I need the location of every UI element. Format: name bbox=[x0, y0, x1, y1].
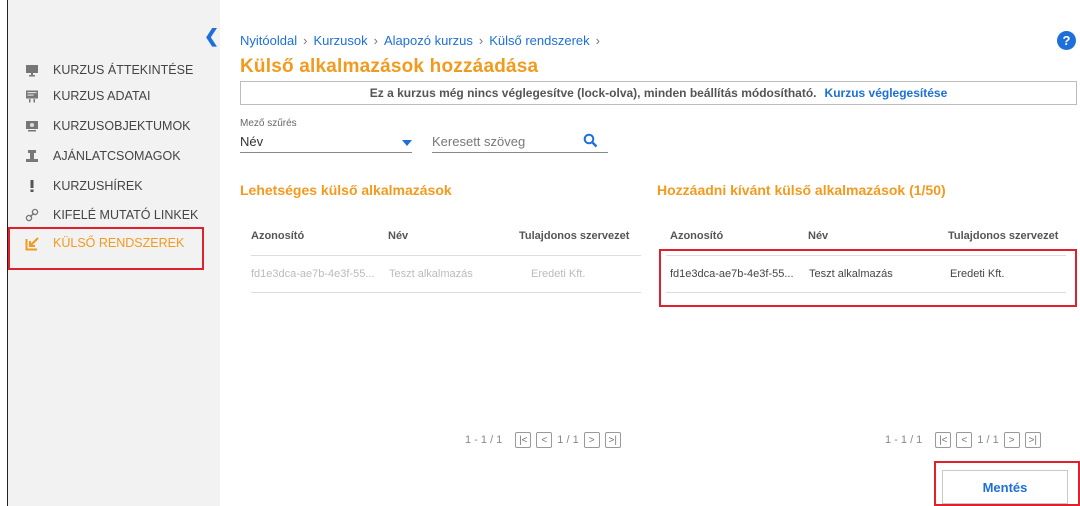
lock-notice-banner: Ez a kurzus még nincs véglegesítve (lock… bbox=[240, 81, 1077, 105]
sidebar-item-label: KURZUSOBJEKTUMOK bbox=[53, 119, 191, 133]
page-title: Külső alkalmazások hozzáadása bbox=[240, 56, 539, 77]
first-page-icon[interactable]: |< bbox=[935, 432, 952, 448]
search-field bbox=[432, 131, 608, 153]
chevron-right-icon: › bbox=[303, 33, 308, 48]
sidebar-item-label: KIFELÉ MUTATÓ LINKEK bbox=[53, 208, 199, 222]
collapse-sidebar-icon[interactable]: ❮ bbox=[204, 26, 219, 47]
sidebar-item-outgoing-links[interactable]: KIFELÉ MUTATÓ LINKEK bbox=[16, 203, 221, 227]
selected-pager: 1 - 1 / 1 |< < 1 / 1 > >| bbox=[885, 432, 1041, 448]
highlight-box-selected bbox=[659, 249, 1077, 307]
breadcrumb-external-systems[interactable]: Külső rendszerek bbox=[489, 33, 589, 48]
next-page-icon[interactable]: > bbox=[1003, 432, 1020, 448]
breadcrumb-courses[interactable]: Kurzusok bbox=[313, 33, 367, 48]
link-icon bbox=[24, 207, 40, 223]
next-page-icon[interactable]: > bbox=[583, 432, 600, 448]
selected-header-id[interactable]: Azonosító bbox=[670, 230, 723, 242]
available-pager: 1 - 1 / 1 |< < 1 / 1 > >| bbox=[465, 432, 621, 448]
divider bbox=[251, 292, 641, 293]
search-icon[interactable] bbox=[583, 133, 598, 153]
sidebar-item-course-news[interactable]: KURZUSHÍREK bbox=[16, 174, 221, 198]
selected-header-owner[interactable]: Tulajdonos szervezet bbox=[948, 230, 1058, 242]
notice-text: Ez a kurzus még nincs véglegesítve (lock… bbox=[369, 86, 817, 100]
selected-header-name[interactable]: Név bbox=[808, 230, 828, 242]
breadcrumb-home[interactable]: Nyitóoldal bbox=[240, 33, 297, 48]
available-header-id[interactable]: Azonosító bbox=[251, 230, 304, 242]
exclamation-icon bbox=[24, 178, 40, 194]
board-icon bbox=[24, 88, 40, 104]
projector-icon bbox=[24, 118, 40, 134]
save-button[interactable]: Mentés bbox=[942, 470, 1068, 504]
caret-down-icon bbox=[402, 140, 412, 146]
last-page-icon[interactable]: >| bbox=[604, 432, 621, 448]
sidebar-item-offer-packages[interactable]: AJÁNLATCSOMAGOK bbox=[16, 144, 221, 168]
divider bbox=[251, 255, 641, 256]
podium-icon bbox=[24, 148, 40, 164]
field-filter-value: Név bbox=[240, 134, 264, 149]
chevron-right-icon: › bbox=[373, 33, 378, 48]
row-name: Teszt alkalmazás bbox=[389, 268, 473, 280]
available-header-owner[interactable]: Tulajdonos szervezet bbox=[519, 230, 629, 242]
pager-range: 1 - 1 / 1 bbox=[465, 434, 503, 446]
sidebar-item-label: AJÁNLATCSOMAGOK bbox=[53, 149, 181, 163]
pager-page: 1 / 1 bbox=[557, 434, 579, 446]
highlight-box-sidebar bbox=[8, 227, 204, 270]
breadcrumb: Nyitóoldal › Kurzusok › Alapozó kurzus ›… bbox=[240, 33, 600, 48]
row-id: fd1e3dca-ae7b-4e3f-55... bbox=[251, 268, 375, 280]
help-icon[interactable]: ? bbox=[1057, 31, 1076, 50]
chevron-right-icon: › bbox=[478, 33, 484, 48]
breadcrumb-course[interactable]: Alapozó kurzus bbox=[384, 33, 473, 48]
presentation-icon bbox=[24, 62, 40, 78]
last-page-icon[interactable]: >| bbox=[1024, 432, 1041, 448]
available-header-name[interactable]: Név bbox=[388, 230, 408, 242]
available-apps-title: Lehetséges külső alkalmazások bbox=[240, 182, 452, 198]
sidebar-item-label: KURZUS ADATAI bbox=[53, 89, 151, 103]
chevron-right-icon: › bbox=[595, 33, 601, 48]
prev-page-icon[interactable]: < bbox=[956, 432, 973, 448]
search-input[interactable] bbox=[432, 131, 572, 151]
filter-label: Mező szűrés bbox=[240, 118, 297, 129]
field-filter-select[interactable]: Név bbox=[240, 131, 412, 153]
sidebar-item-course-overview[interactable]: KURZUS ÁTTEKINTÉSE bbox=[16, 58, 221, 82]
app-frame: ❮ KURZUS ÁTTEKINTÉSE KURZUS ADATAI KURZU… bbox=[0, 0, 1080, 506]
finalize-course-link[interactable]: Kurzus véglegesítése bbox=[825, 86, 948, 100]
selected-apps-title: Hozzáadni kívánt külső alkalmazások (1/5… bbox=[657, 182, 946, 198]
sidebar-item-course-data[interactable]: KURZUS ADATAI bbox=[16, 84, 221, 108]
first-page-icon[interactable]: |< bbox=[515, 432, 532, 448]
pager-range: 1 - 1 / 1 bbox=[885, 434, 923, 446]
sidebar-item-label: KURZUSHÍREK bbox=[53, 179, 143, 193]
row-owner: Eredeti Kft. bbox=[531, 268, 586, 280]
sidebar-item-label: KURZUS ÁTTEKINTÉSE bbox=[53, 63, 194, 77]
prev-page-icon[interactable]: < bbox=[536, 432, 553, 448]
sidebar-item-course-objects[interactable]: KURZUSOBJEKTUMOK bbox=[16, 114, 221, 138]
pager-page: 1 / 1 bbox=[977, 434, 999, 446]
